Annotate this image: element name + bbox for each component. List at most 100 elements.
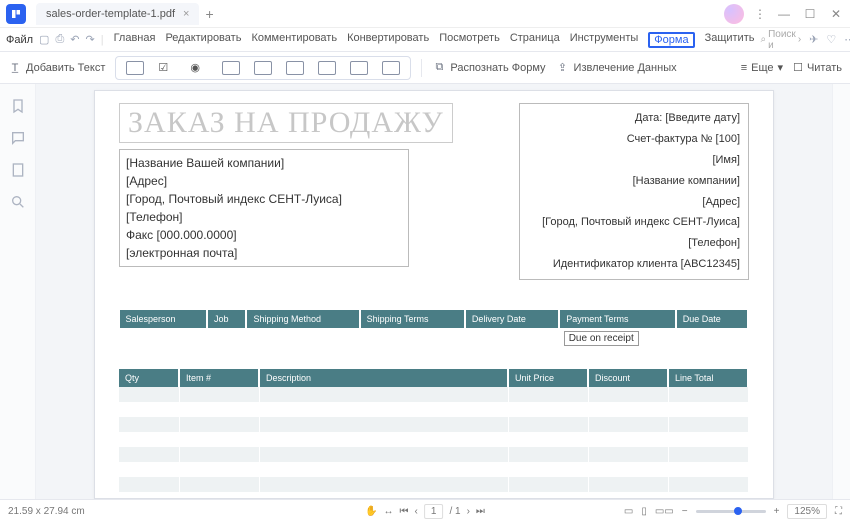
company-line: [Телефон]: [126, 208, 402, 226]
ribbon-tabs: Главная Редактировать Комментировать Кон…: [114, 32, 755, 48]
info-line: [Название компании]: [528, 171, 740, 192]
save-icon[interactable]: ▢: [39, 33, 49, 46]
table-row[interactable]: [119, 432, 748, 447]
more-button[interactable]: ≡ Еще ▾: [741, 61, 783, 74]
company-line: [электронная почта]: [126, 244, 402, 262]
workspace: ЗАКАЗ НА ПРОДАЖУ [Название Вашей компани…: [0, 84, 850, 499]
last-page-icon[interactable]: ⏭: [476, 506, 485, 517]
date-field-icon[interactable]: [382, 61, 400, 75]
table-row[interactable]: [119, 447, 748, 462]
zoom-value[interactable]: 125%: [787, 504, 827, 519]
info-line: [Телефон]: [528, 233, 740, 254]
thumbnail-icon[interactable]: [10, 162, 26, 178]
table-row[interactable]: [119, 417, 748, 432]
combobox-icon[interactable]: [222, 61, 240, 75]
doc-title[interactable]: ЗАКАЗ НА ПРОДАЖУ: [119, 103, 453, 143]
first-page-icon[interactable]: ⏮: [400, 506, 409, 517]
th-total: Line Total: [668, 369, 748, 387]
search-panel-icon[interactable]: [10, 194, 26, 210]
assistant-icon[interactable]: [724, 4, 744, 24]
table-row[interactable]: [119, 477, 748, 492]
radio-icon[interactable]: ◉: [190, 61, 208, 75]
fullscreen-icon[interactable]: ⛶: [835, 506, 842, 517]
notify-icon[interactable]: ♡: [826, 33, 836, 46]
th-desc: Description: [259, 369, 508, 387]
read-button[interactable]: ☐ Читать: [793, 61, 842, 74]
zoom-in-icon[interactable]: +: [774, 506, 780, 517]
table-row[interactable]: Due on receipt: [120, 329, 749, 349]
tab-page[interactable]: Страница: [510, 32, 560, 48]
tab-form[interactable]: Форма: [648, 32, 694, 48]
th-duedate: Due Date: [676, 310, 748, 329]
table-row[interactable]: [119, 402, 748, 417]
th-discount: Discount: [588, 369, 668, 387]
fit-width-icon[interactable]: ↔: [384, 506, 394, 517]
maximize-button[interactable]: ☐: [802, 7, 818, 21]
comment-icon[interactable]: [10, 130, 26, 146]
canvas[interactable]: ЗАКАЗ НА ПРОДАЖУ [Название Вашей компани…: [36, 84, 832, 499]
image-field-icon[interactable]: [350, 61, 368, 75]
recognize-icon: ⧉: [432, 61, 446, 75]
print-icon[interactable]: ⎙: [55, 33, 64, 46]
textfield-icon[interactable]: [126, 61, 144, 75]
next-page-icon[interactable]: ›: [467, 506, 470, 517]
more-icon[interactable]: ⋮: [754, 7, 766, 21]
line-items-table: Qty Item # Description Unit Price Discou…: [119, 369, 749, 492]
document-tab[interactable]: sales-order-template-1.pdf ×: [36, 3, 199, 25]
view-single-icon[interactable]: ▭: [624, 506, 633, 517]
view-facing-icon[interactable]: ▭▭: [655, 506, 674, 517]
button-field-icon[interactable]: [286, 61, 304, 75]
zoom-out-icon[interactable]: −: [682, 506, 688, 517]
undo-icon[interactable]: ↶: [70, 33, 79, 46]
separator: [421, 59, 422, 77]
search-box[interactable]: ⌕ Поиск и ›: [760, 29, 801, 51]
redo-icon[interactable]: ↷: [85, 33, 94, 46]
titlebar: sales-order-template-1.pdf × + ⋮ — ☐ ✕: [0, 0, 850, 28]
customer-info-box[interactable]: Дата: [Введите дату] Счет-фактура № [100…: [519, 103, 749, 280]
close-window-button[interactable]: ✕: [828, 7, 844, 21]
listbox-icon[interactable]: [254, 61, 272, 75]
tab-edit[interactable]: Редактировать: [165, 32, 241, 48]
tab-convert[interactable]: Конвертировать: [347, 32, 429, 48]
tab-tools[interactable]: Инструменты: [570, 32, 639, 48]
payment-term-field[interactable]: Due on receipt: [564, 331, 639, 346]
share-icon[interactable]: ✈: [809, 33, 818, 46]
more-label: Еще: [751, 62, 773, 74]
signature-icon[interactable]: [318, 61, 336, 75]
new-tab-button[interactable]: +: [205, 6, 213, 22]
zoom-slider[interactable]: [696, 510, 766, 513]
file-menu[interactable]: Файл: [6, 34, 33, 46]
table-row[interactable]: [119, 387, 748, 402]
table-row[interactable]: [119, 462, 748, 477]
view-continuous-icon[interactable]: ▯: [641, 506, 647, 517]
tab-protect[interactable]: Защитить: [705, 32, 755, 48]
bookmark-icon[interactable]: [10, 98, 26, 114]
page-input[interactable]: 1: [424, 504, 444, 519]
tab-home[interactable]: Главная: [114, 32, 156, 48]
extract-icon: ⇪: [556, 61, 570, 75]
add-text-button[interactable]: T̲ Добавить Текст: [8, 61, 105, 75]
company-info-box[interactable]: [Название Вашей компании] [Адрес] [Город…: [119, 149, 409, 267]
tab-comment[interactable]: Комментировать: [251, 32, 337, 48]
text-icon: T̲: [8, 61, 22, 75]
extract-label: Извлечение Данных: [574, 62, 677, 74]
company-line: [Город, Почтовый индекс СЕНТ-Луиса]: [126, 190, 402, 208]
help-icon[interactable]: ⋯: [844, 33, 850, 46]
statusbar: 21.59 x 27.94 cm ✋ ↔ ⏮ ‹ 1 / 1 › ⏭ ▭ ▯ ▭…: [0, 499, 850, 523]
extract-data-button[interactable]: ⇪ Извлечение Данных: [556, 61, 677, 75]
page-dimensions: 21.59 x 27.94 cm: [8, 506, 85, 517]
minimize-button[interactable]: —: [776, 7, 792, 21]
right-scrollbar[interactable]: [832, 84, 850, 499]
tab-view[interactable]: Посмотреть: [439, 32, 500, 48]
left-sidebar: [0, 84, 36, 499]
menubar: Файл ▢ ⎙ ↶ ↷ | Главная Редактировать Ком…: [0, 28, 850, 52]
close-tab-icon[interactable]: ×: [183, 8, 189, 20]
window-controls: ⋮ — ☐ ✕: [724, 4, 844, 24]
prev-page-icon[interactable]: ‹: [415, 506, 418, 517]
page-total: / 1: [449, 506, 460, 517]
recognize-form-button[interactable]: ⧉ Распознать Форму: [432, 61, 545, 75]
order-header-table: Salesperson Job Shipping Method Shipping…: [119, 310, 749, 349]
recognize-label: Распознать Форму: [450, 62, 545, 74]
hand-tool-icon[interactable]: ✋: [365, 506, 377, 517]
checkbox-icon[interactable]: ☑: [158, 61, 176, 75]
